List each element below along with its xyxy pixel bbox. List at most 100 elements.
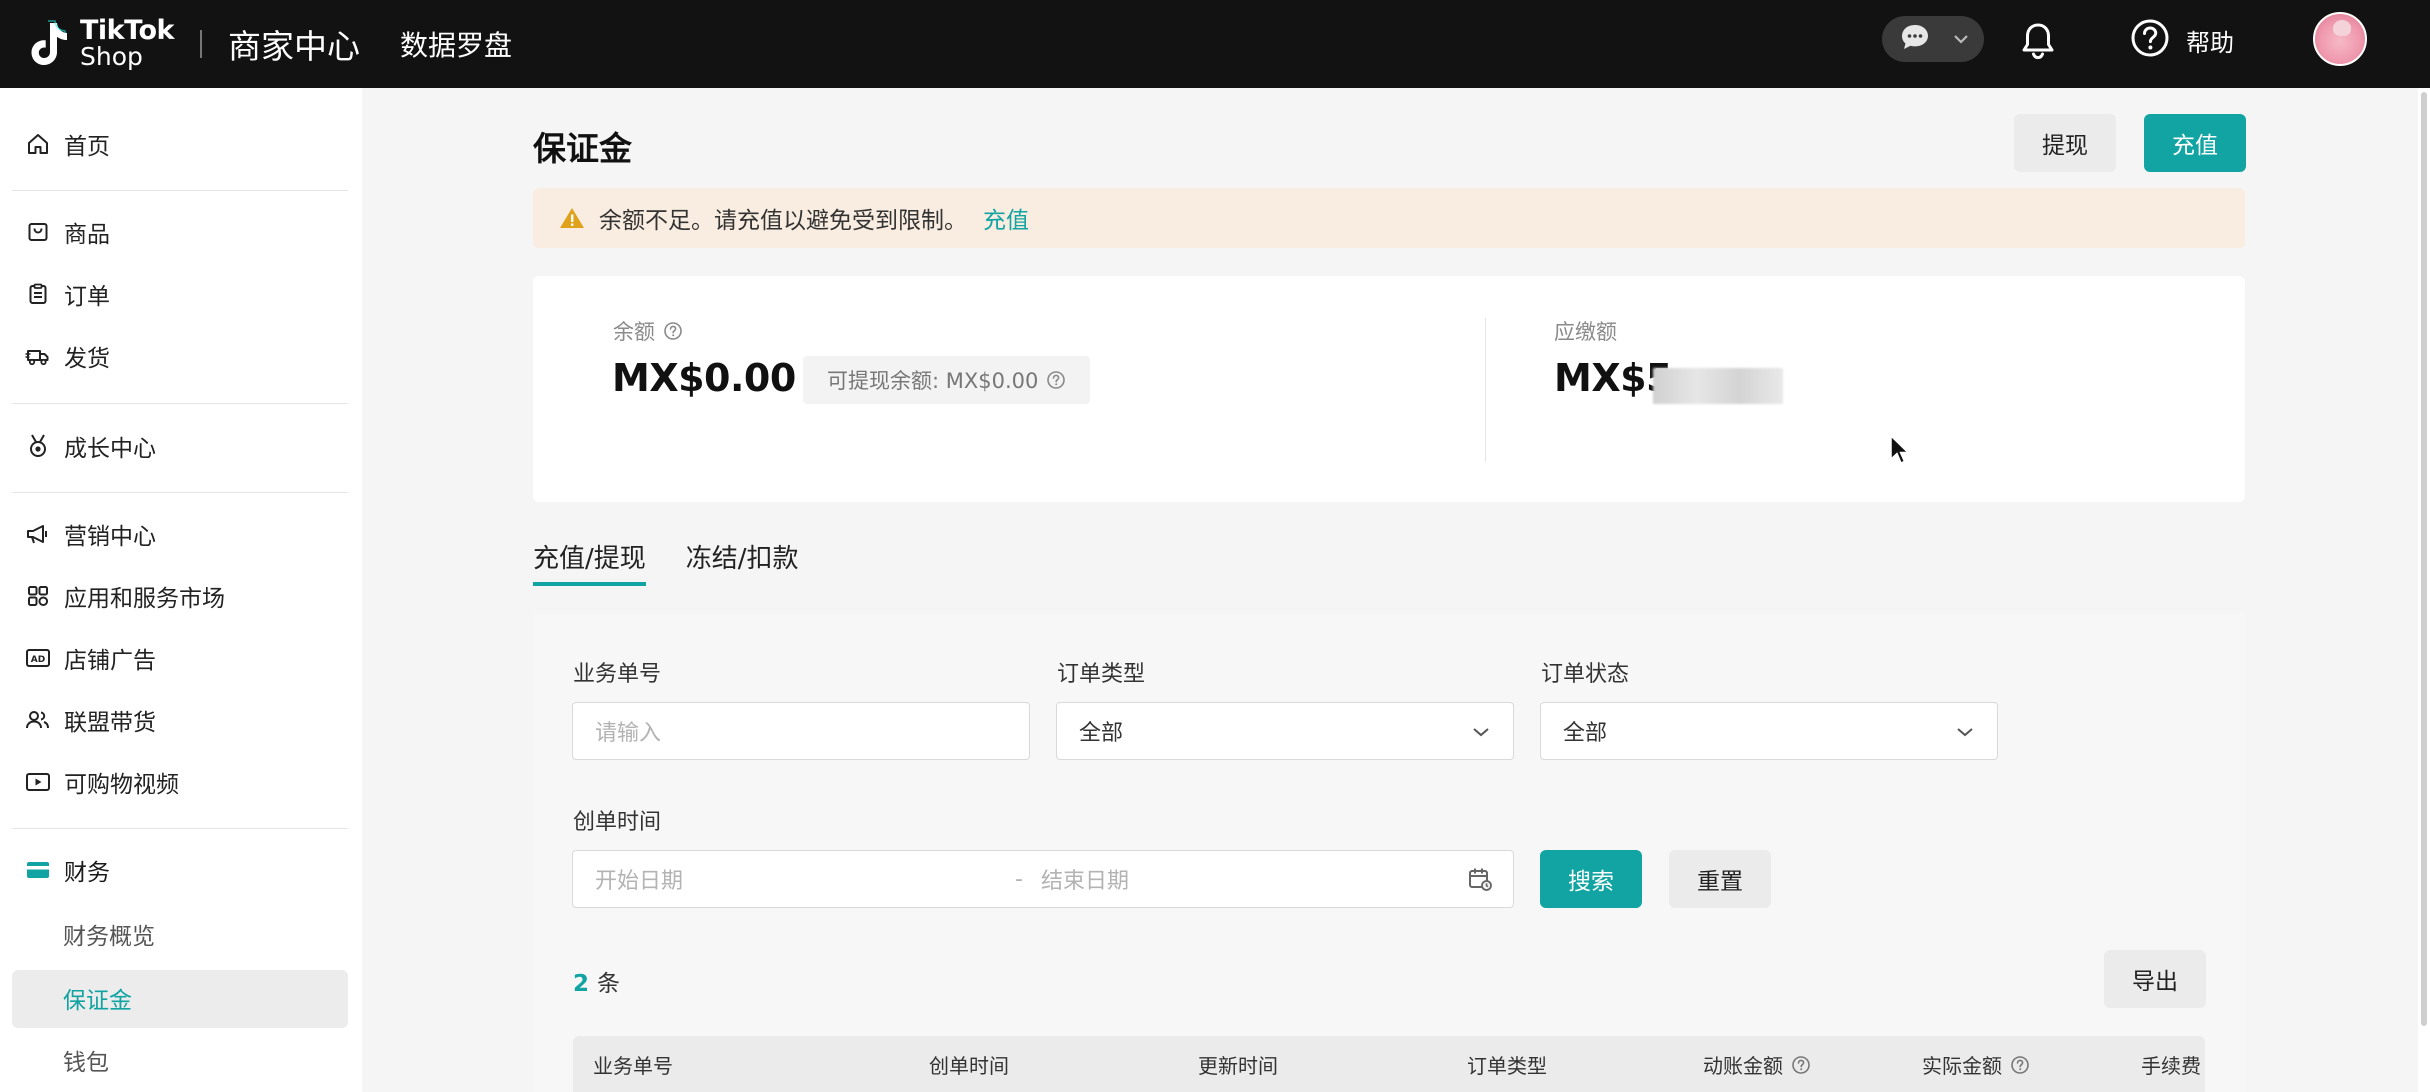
- balance-label: 余额: [613, 320, 655, 344]
- withdraw-button[interactable]: 提现: [2014, 114, 2116, 172]
- question-circle-icon[interactable]: [1046, 370, 1066, 390]
- wallet-card-icon: [24, 856, 52, 884]
- table-header-row: 业务单号 创单时间 更新时间 订单类型 动账金额 实际金额 手续费: [573, 1036, 2205, 1092]
- recharge-button[interactable]: 充值: [2144, 114, 2246, 172]
- affiliate-icon: [24, 706, 52, 734]
- due-amount-redaction: [1653, 368, 1783, 404]
- column-header-created-time: 创单时间: [929, 1054, 1009, 1078]
- tiktok-note-icon: [22, 16, 74, 72]
- order-type-value: 全部: [1079, 721, 1124, 746]
- sidebar-item-label: 财务: [64, 860, 110, 886]
- medal-icon: [24, 432, 52, 460]
- calendar-icon[interactable]: [1467, 866, 1493, 898]
- tiktok-shop-logo[interactable]: TikTok Shop: [22, 16, 174, 72]
- sidebar-item-label: 商品: [64, 222, 110, 248]
- tab-freeze-deduction[interactable]: 冻结/扣款: [686, 538, 799, 586]
- search-button[interactable]: 搜索: [1540, 850, 1642, 908]
- alert-text: 余额不足。请充值以避免受到限制。: [599, 208, 967, 234]
- column-header-label: 实际金额: [1922, 1054, 2002, 1078]
- sidebar-item-growth-center[interactable]: 成长中心: [24, 426, 156, 466]
- result-count: 2条: [573, 964, 620, 998]
- sidebar-divider: [12, 828, 348, 829]
- sidebar-item-store-ads[interactable]: AD 店铺广告: [24, 638, 156, 678]
- product-icon: [24, 218, 52, 246]
- sidebar-divider: [12, 403, 348, 404]
- column-header-order-type: 订单类型: [1467, 1054, 1547, 1078]
- sidebar-item-shoppable-video[interactable]: 可购物视频: [24, 762, 179, 802]
- alert-recharge-link[interactable]: 充值: [983, 201, 1029, 235]
- sidebar-subitem-finance-overview[interactable]: 财务概览: [63, 914, 155, 954]
- due-amount-label: 应缴额: [1554, 320, 1617, 344]
- column-header-actual-amount: 实际金额: [1922, 1050, 2030, 1079]
- question-circle-icon[interactable]: [2010, 1055, 2030, 1075]
- question-circle-icon[interactable]: [663, 321, 683, 341]
- balance-value: MX$0.00: [612, 356, 796, 400]
- sidebar-subitem-wallet[interactable]: 钱包: [63, 1040, 109, 1080]
- warning-triangle-icon: [559, 206, 585, 230]
- sidebar-item-marketing[interactable]: 营销中心: [24, 514, 156, 554]
- result-count-unit: 条: [597, 971, 621, 997]
- export-button[interactable]: 导出: [2104, 950, 2206, 1008]
- sidebar-divider: [12, 492, 348, 493]
- business-no-label: 业务单号: [573, 662, 662, 687]
- tab-recharge-withdraw[interactable]: 充值/提现: [533, 538, 646, 586]
- filter-panel: 业务单号 请输入 订单类型 全部 订单状态 全部 创单时间 开始日期 - 结束日…: [533, 614, 2245, 1092]
- sidebar-item-label: 可购物视频: [64, 772, 179, 798]
- sidebar-item-label: 发货: [64, 346, 110, 372]
- help-label: 帮助: [2186, 28, 2234, 57]
- sidebar-divider: [12, 190, 348, 191]
- help-button[interactable]: 帮助: [2130, 18, 2234, 62]
- sidebar-item-affiliate[interactable]: 联盟带货: [24, 700, 156, 740]
- home-icon: [24, 130, 52, 158]
- created-date-range-picker[interactable]: 开始日期 - 结束日期: [572, 850, 1514, 908]
- reset-button[interactable]: 重置: [1669, 850, 1771, 908]
- column-header-business-no: 业务单号: [593, 1054, 673, 1078]
- sidebar-item-orders[interactable]: 订单: [24, 274, 110, 314]
- balance-label-group: 余额: [613, 316, 683, 346]
- sidebar-item-label: 联盟带货: [64, 710, 156, 736]
- column-header-fee: 手续费: [2141, 1054, 2201, 1078]
- sidebar-subitem-deposit[interactable]: 保证金: [63, 978, 132, 1018]
- logo-text-shop: Shop: [80, 42, 143, 71]
- mouse-cursor-icon: [1889, 434, 1911, 470]
- order-status-select[interactable]: 全部: [1540, 702, 1998, 760]
- sidebar-item-label: 应用和服务市场: [64, 586, 225, 612]
- end-date-placeholder: 结束日期: [1040, 869, 1129, 894]
- notification-bell-icon[interactable]: [2017, 18, 2059, 64]
- order-type-select[interactable]: 全部: [1056, 702, 1514, 760]
- withdrawable-balance-text: 可提现余额: MX$0.00: [827, 369, 1039, 393]
- column-header-updated-time: 更新时间: [1198, 1054, 1278, 1078]
- sidebar-item-finance[interactable]: 财务: [24, 850, 110, 890]
- data-compass-link[interactable]: 数据罗盘: [400, 24, 512, 64]
- page-title: 保证金: [533, 129, 632, 168]
- sidebar-item-app-market[interactable]: 应用和服务市场: [24, 576, 225, 616]
- logo-text-tiktok: TikTok: [80, 15, 174, 46]
- balance-card-divider: [1485, 318, 1486, 462]
- date-range-separator: -: [1015, 866, 1023, 892]
- megaphone-icon: [24, 520, 52, 548]
- sidebar-item-shipping[interactable]: 发货: [24, 336, 110, 376]
- ad-icon: AD: [24, 644, 52, 672]
- seller-center-title[interactable]: 商家中心: [228, 20, 360, 68]
- sidebar-item-label: 保证金: [63, 988, 132, 1014]
- sidebar-item-home[interactable]: 首页: [24, 124, 110, 164]
- low-balance-alert: 余额不足。请充值以避免受到限制。 充值: [533, 188, 2245, 248]
- withdrawable-balance-chip: 可提现余额: MX$0.00: [803, 356, 1091, 404]
- deposit-tabs: 充值/提现 冻结/扣款: [533, 538, 839, 586]
- column-header-label: 动账金额: [1703, 1054, 1783, 1078]
- chevron-down-icon: [1952, 30, 1970, 49]
- chevron-down-icon: [1955, 719, 1975, 744]
- message-menu-button[interactable]: [1882, 16, 1984, 62]
- sidebar-item-label: 钱包: [63, 1050, 109, 1076]
- chevron-down-icon: [1471, 719, 1491, 744]
- page-scrollbar-thumb[interactable]: [2421, 92, 2427, 1026]
- order-status-label: 订单状态: [1541, 662, 1630, 687]
- question-circle-icon[interactable]: [1791, 1055, 1811, 1075]
- apps-icon: [24, 582, 52, 610]
- sidebar-item-label: 首页: [64, 134, 110, 160]
- sidebar-item-products[interactable]: 商品: [24, 212, 110, 252]
- chat-bubble-icon: [1900, 23, 1930, 55]
- avatar[interactable]: [2313, 12, 2367, 66]
- business-no-input[interactable]: 请输入: [572, 702, 1030, 760]
- topbar-divider: [199, 30, 202, 58]
